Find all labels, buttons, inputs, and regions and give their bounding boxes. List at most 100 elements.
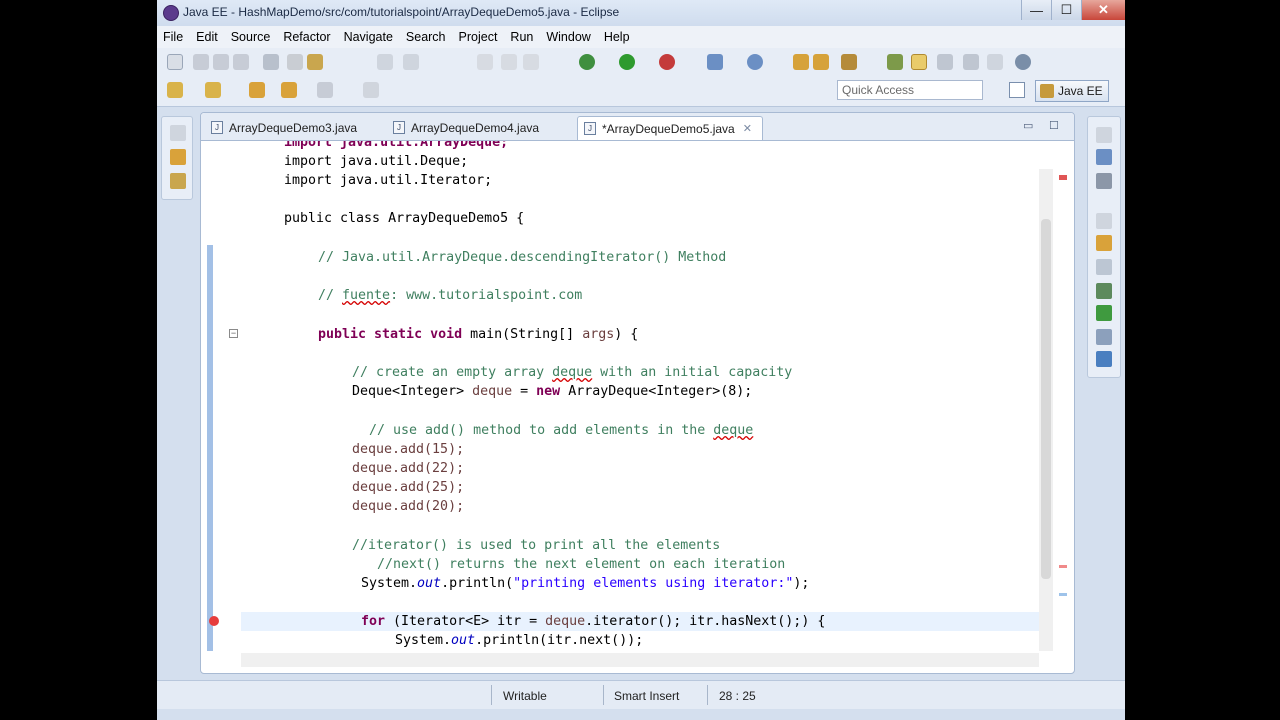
code-line: import java.util.Deque;: [284, 154, 469, 169]
code-line: //next() returns the next element on eac…: [377, 557, 786, 572]
new-icon[interactable]: [167, 54, 183, 70]
menu-edit[interactable]: Edit: [196, 30, 218, 44]
menu-run[interactable]: Run: [510, 30, 533, 44]
mark-occurrences-icon[interactable]: [911, 54, 927, 70]
secondary-toolbar: Quick Access Java EE: [157, 76, 1125, 107]
markers-icon[interactable]: [1096, 235, 1112, 251]
save-all-icon[interactable]: [213, 54, 229, 70]
menu-window[interactable]: Window: [546, 30, 590, 44]
tab-arraydequedemo5[interactable]: J *ArrayDequeDemo5.java ✕: [577, 116, 763, 140]
open-type-icon[interactable]: [793, 54, 809, 70]
tab-label: ArrayDequeDemo4.java: [411, 121, 540, 135]
maximize-editor-icon[interactable]: ☐: [1049, 119, 1059, 132]
close-tab-icon[interactable]: ✕: [743, 122, 752, 135]
minimize-editor-icon[interactable]: ▭: [1023, 119, 1033, 132]
external-tools-icon[interactable]: [659, 54, 675, 70]
pin-editor-icon[interactable]: [363, 82, 379, 98]
status-insert-mode: Smart Insert: [614, 689, 680, 703]
menu-project[interactable]: Project: [459, 30, 498, 44]
overview-marker[interactable]: [1059, 565, 1067, 568]
toggle-icon[interactable]: [307, 54, 323, 70]
previous-annotation-icon[interactable]: [205, 82, 221, 98]
save-icon[interactable]: [193, 54, 209, 70]
fold-toggle-icon[interactable]: −: [229, 329, 238, 338]
next-annotation-icon[interactable]: [167, 82, 183, 98]
quick-access-input[interactable]: Quick Access: [837, 80, 983, 100]
error-marker-icon[interactable]: [209, 616, 219, 626]
tab-arraydequedemo3[interactable]: J ArrayDequeDemo3.java: [205, 116, 381, 140]
java-file-icon: J: [393, 121, 405, 134]
pen-icon[interactable]: [841, 54, 857, 70]
properties-icon[interactable]: [1096, 259, 1112, 275]
servers-icon[interactable]: [1096, 283, 1112, 299]
navigator-icon[interactable]: [170, 173, 186, 189]
redo-icon[interactable]: [403, 54, 419, 70]
task-list-icon[interactable]: [1096, 173, 1112, 189]
last-edit-icon[interactable]: [317, 82, 333, 98]
menu-navigate[interactable]: Navigate: [344, 30, 393, 44]
maximize-button[interactable]: ☐: [1051, 0, 1081, 20]
menu-refactor[interactable]: Refactor: [283, 30, 330, 44]
marketplace-icon[interactable]: [1015, 54, 1031, 70]
cut-icon[interactable]: [263, 54, 279, 70]
code-line: for (Iterator<E> itr = deque.iterator();…: [361, 614, 826, 629]
code-line: deque.add(25);: [352, 480, 465, 495]
forward-icon[interactable]: [281, 82, 297, 98]
suspend-icon[interactable]: [501, 54, 517, 70]
code-line: System.out.println(itr.next());: [395, 633, 644, 648]
minimize-button[interactable]: —: [1021, 0, 1051, 20]
java-ee-icon: [1040, 84, 1054, 98]
open-folder-icon[interactable]: [813, 54, 829, 70]
error-overview-marker[interactable]: [1059, 175, 1067, 180]
menu-search[interactable]: Search: [406, 30, 446, 44]
open-perspective-icon[interactable]: [1009, 82, 1025, 98]
resume-icon[interactable]: [477, 54, 493, 70]
overview-marker[interactable]: [1059, 593, 1067, 596]
close-button[interactable]: ✕: [1081, 0, 1125, 20]
code-line: public static void main(String[] args) {: [318, 327, 639, 342]
restore-outline-icon[interactable]: [1096, 127, 1112, 143]
code-line: import java.util.ArrayDeque;: [284, 141, 509, 150]
menu-source[interactable]: Source: [231, 30, 271, 44]
menu-help[interactable]: Help: [604, 30, 630, 44]
format-icon[interactable]: [287, 54, 303, 70]
code-area[interactable]: − import java.util.ArrayDeque; import ja…: [201, 141, 1074, 651]
menu-file[interactable]: File: [163, 30, 183, 44]
right-trim-stack: [1087, 116, 1121, 378]
main-toolbar: [157, 48, 1125, 76]
block-selection-icon[interactable]: [937, 54, 953, 70]
pilcrow-icon[interactable]: [987, 54, 1003, 70]
vertical-scrollbar[interactable]: [1039, 169, 1053, 651]
terminate-icon[interactable]: [523, 54, 539, 70]
outline-icon[interactable]: [1096, 149, 1112, 165]
perspective-java-ee[interactable]: Java EE: [1035, 80, 1109, 102]
back-icon[interactable]: [249, 82, 265, 98]
java-file-icon: J: [211, 121, 223, 134]
print-icon[interactable]: [233, 54, 249, 70]
new-server-icon[interactable]: [707, 54, 723, 70]
restore-console-icon[interactable]: [1096, 213, 1112, 229]
tab-arraydequedemo4[interactable]: J ArrayDequeDemo4.java: [387, 116, 573, 140]
globe-icon[interactable]: [747, 54, 763, 70]
left-trim-stack: [161, 116, 193, 200]
tab-label: ArrayDequeDemo3.java: [229, 121, 358, 135]
restore-icon[interactable]: [170, 125, 186, 141]
project-explorer-icon[interactable]: [170, 149, 186, 165]
title-bar: Java EE - HashMapDemo/src/com/tutorialsp…: [157, 0, 1125, 26]
overview-ruler[interactable]: [1055, 169, 1071, 651]
undo-icon[interactable]: [377, 54, 393, 70]
eclipse-window: Java EE - HashMapDemo/src/com/tutorialsp…: [157, 0, 1125, 720]
java-file-icon: J: [584, 122, 596, 135]
horizontal-scrollbar[interactable]: [241, 653, 1039, 667]
data-source-icon[interactable]: [1096, 305, 1112, 321]
debug-icon[interactable]: [579, 54, 595, 70]
scrollbar-thumb[interactable]: [1041, 219, 1051, 579]
show-whitespace-icon[interactable]: [963, 54, 979, 70]
snippets-icon[interactable]: [1096, 329, 1112, 345]
run-icon[interactable]: [619, 54, 635, 70]
search-tool-icon[interactable]: [887, 54, 903, 70]
code-line: // fuente: www.tutorialspoint.com: [318, 288, 583, 303]
status-cursor-position: 28 : 25: [719, 689, 756, 703]
eclipse-icon: [163, 5, 179, 21]
console-icon[interactable]: [1096, 351, 1112, 367]
